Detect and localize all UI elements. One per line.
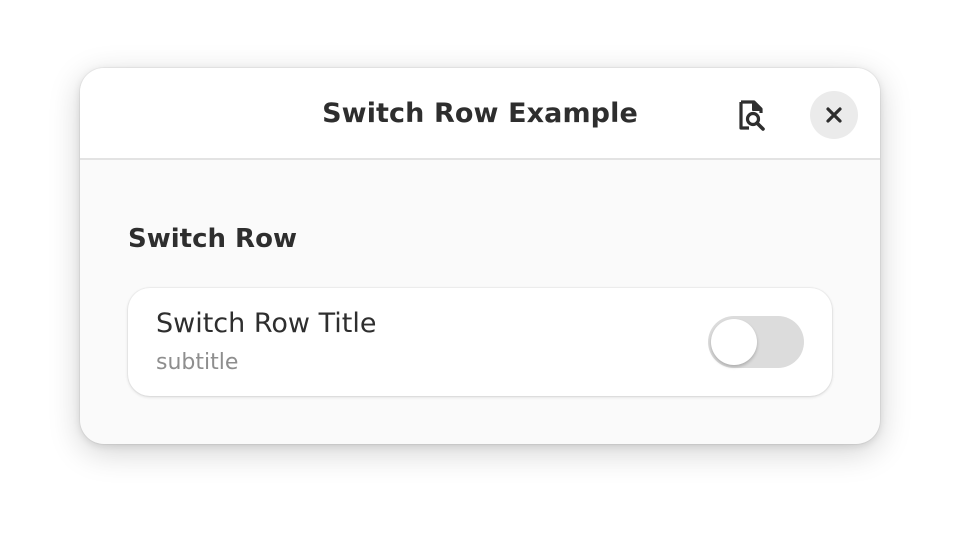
switch-row[interactable]: Switch Row Title subtitle [128,288,832,396]
toggle-switch[interactable] [708,316,804,368]
inspector-button[interactable] [728,92,774,138]
switch-row-title: Switch Row Title [156,308,377,339]
close-button[interactable] [810,91,858,139]
toggle-switch-knob[interactable] [711,319,757,365]
header-bar: Switch Row Example [80,68,880,160]
close-icon [826,107,842,123]
dialog-window: Switch Row Example Switch Row Switch Row… [80,68,880,444]
switch-row-subtitle: subtitle [156,350,239,375]
inspector-icon [739,100,765,131]
preferences-content: Switch Row Switch Row Title subtitle [80,160,880,444]
group-title: Switch Row [128,224,297,254]
